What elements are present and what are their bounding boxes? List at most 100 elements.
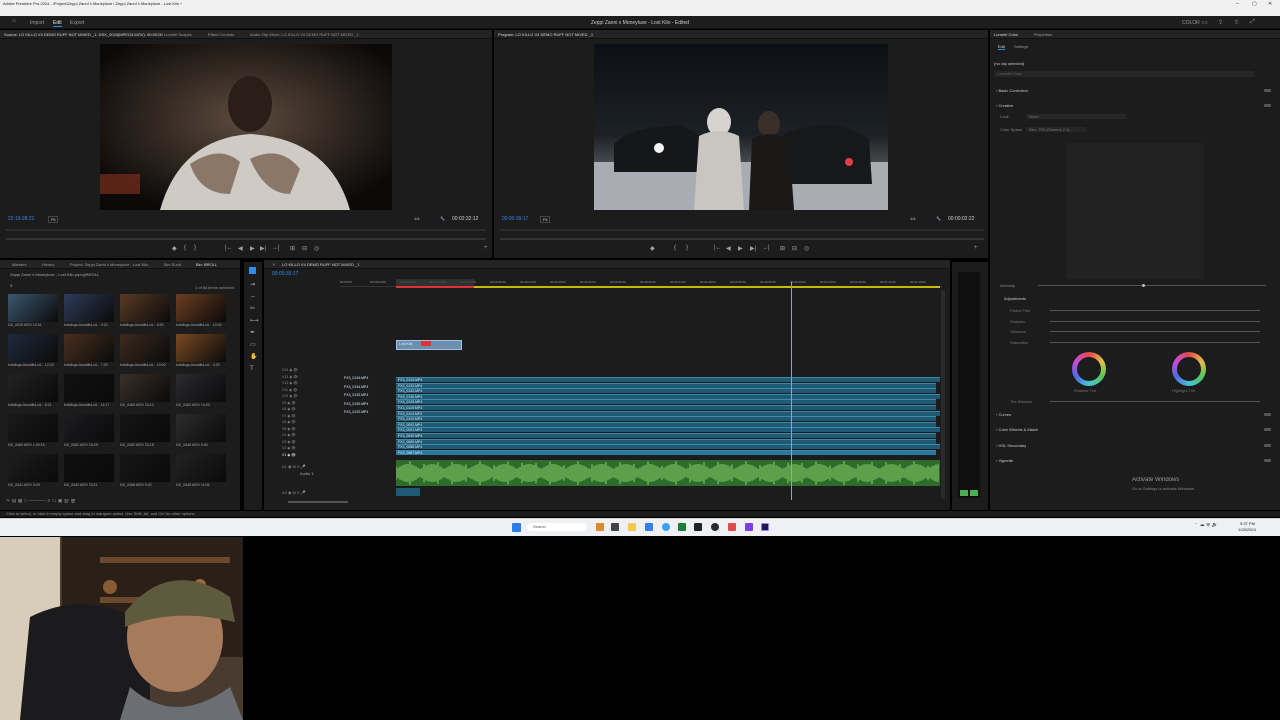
adjustment-slider[interactable] xyxy=(1050,310,1260,311)
bin-item-thumbnail[interactable] xyxy=(176,294,226,322)
left-clip-label[interactable]: FX3_0133.MP4 xyxy=(344,393,368,397)
search-icon[interactable]: ⌕ xyxy=(10,284,13,289)
video-clip[interactable]: FX3_0130.MP4 xyxy=(396,393,940,399)
highlight-tint-wheel[interactable] xyxy=(1172,352,1206,386)
minimize-button[interactable]: – xyxy=(1236,1,1239,7)
edge-icon[interactable] xyxy=(645,523,653,531)
tab-lumetri-scopes[interactable]: Lumetri Scopes xyxy=(164,32,192,37)
lumetri-section-header[interactable]: › Color Wheels & Match xyxy=(996,427,1038,432)
lumetri-section-header[interactable]: › Basic Correction xyxy=(996,88,1028,93)
bin-item-thumbnail[interactable] xyxy=(8,294,58,322)
section-toggle[interactable] xyxy=(1264,413,1271,416)
bin-item-thumbnail[interactable] xyxy=(64,414,114,442)
intensity-knob[interactable] xyxy=(1142,284,1145,287)
video-track-header[interactable]: V9 ◉ 👁 xyxy=(282,401,296,406)
chrome-icon[interactable] xyxy=(662,523,670,531)
extract-icon[interactable]: ⊟ xyxy=(792,245,797,252)
selection-tool-icon[interactable] xyxy=(249,267,256,274)
tab-markers[interactable]: Markers xyxy=(12,262,26,267)
video-track-header[interactable]: V13 ◉ 👁 xyxy=(282,375,298,380)
wrench-icon[interactable]: 🔧 xyxy=(440,216,445,221)
bin-item-thumbnail[interactable] xyxy=(64,334,114,362)
program-timecode[interactable]: 00:00:39:17 xyxy=(502,216,528,222)
app-icon[interactable] xyxy=(694,523,702,531)
bin-item-thumbnail[interactable] xyxy=(8,454,58,482)
tab-lumetri-color[interactable]: Lumetri Color xyxy=(994,32,1018,37)
program-resolution-select[interactable]: 1/4 xyxy=(910,216,916,221)
video-track-header[interactable]: V7 ◉ 👁 xyxy=(282,414,296,419)
lumetri-subtab-edit[interactable]: Edit xyxy=(998,44,1005,50)
maximize-button[interactable]: ▢ xyxy=(1252,1,1257,7)
section-toggle[interactable] xyxy=(1264,459,1271,462)
source-scrubber[interactable] xyxy=(6,229,486,231)
overwrite-icon[interactable]: ⊟ xyxy=(302,245,307,252)
video-track-header[interactable]: V3 ◉ 👁 xyxy=(282,440,296,445)
program-video-frame[interactable] xyxy=(594,44,888,210)
audio-clip-a2[interactable] xyxy=(396,488,420,496)
program-button-editor-icon[interactable]: + xyxy=(974,245,978,251)
workspace-color-label[interactable]: COLOR xyxy=(1182,20,1200,26)
video-track-header[interactable]: V6 ◉ 👁 xyxy=(282,420,296,425)
bin-item-thumbnail[interactable] xyxy=(8,334,58,362)
steam-icon[interactable] xyxy=(711,523,719,531)
widgets-icon[interactable] xyxy=(596,523,604,531)
video-track-header[interactable]: V10 ◉ 👁 xyxy=(282,394,298,399)
go-to-in-icon[interactable]: |← xyxy=(225,245,233,251)
timeline-vertical-scrollbar[interactable] xyxy=(941,290,945,498)
section-toggle[interactable] xyxy=(1264,428,1271,431)
store-icon[interactable] xyxy=(678,523,686,531)
video-clip[interactable]: FX3_0133.MP4 xyxy=(396,382,936,388)
tab-sequence[interactable]: LO KILLO V4 DEMO RUFF NOT MIXED _1 xyxy=(282,262,402,267)
app3-icon[interactable] xyxy=(745,523,753,531)
export-frame-icon[interactable]: ◎ xyxy=(314,245,319,252)
source-timecode[interactable]: 22:19:28:21 xyxy=(8,216,34,222)
bin-item-thumbnail[interactable] xyxy=(120,334,170,362)
video-clip[interactable]: FX3_0113.MP4 xyxy=(396,410,940,416)
lumetri-subtab-settings[interactable]: Settings xyxy=(1014,44,1028,49)
tab-effect-controls[interactable]: Effect Controls xyxy=(208,32,234,37)
close-sequence-icon[interactable]: ✕ xyxy=(272,262,275,267)
video-track-header[interactable]: V12 ◉ 👁 xyxy=(282,381,298,386)
go-to-out-icon[interactable]: →| xyxy=(272,245,280,251)
add-marker-icon[interactable]: ◆ xyxy=(172,245,177,252)
quick-export-icon[interactable]: ⇪ xyxy=(1218,19,1223,26)
tab-audio-clip-mixer[interactable]: Audio Clip Mixer: LO KILLO V4 DEMO RUFF … xyxy=(250,32,370,37)
video-clip[interactable]: FX3_0134.MP4 xyxy=(396,377,940,382)
program-zoom-bar[interactable] xyxy=(500,238,984,240)
video-clip[interactable]: FX3_0110.MP4 xyxy=(396,416,936,422)
adjustment-slider[interactable] xyxy=(1050,341,1260,343)
task-view-icon[interactable] xyxy=(611,523,619,531)
playhead[interactable] xyxy=(791,282,792,500)
left-clip-label[interactable]: FX3_0134.MP4 xyxy=(344,376,368,380)
bin-item-thumbnail[interactable] xyxy=(120,414,170,442)
bin-item-thumbnail[interactable] xyxy=(120,454,170,482)
video-clip[interactable]: FX3_0132.MP4 xyxy=(396,388,936,394)
video-track-header[interactable]: V11 ◉ 👁 xyxy=(282,388,297,393)
program-scrubber[interactable] xyxy=(500,229,984,231)
adjustments-header[interactable]: Adjustments xyxy=(1004,296,1026,301)
color-space-select[interactable]: Rec. 709 (Gamma 2.4) xyxy=(1026,127,1086,132)
video-clip[interactable]: FX3_0088.MP4 xyxy=(396,444,940,450)
audio-track-header[interactable]: A1 ◉ M S 🎤 xyxy=(282,464,306,469)
adjustment-slider[interactable] xyxy=(1050,331,1260,332)
bin-item-thumbnail[interactable] xyxy=(64,374,114,402)
step-back-icon[interactable]: ◀ xyxy=(238,245,243,252)
video-clip[interactable]: FX3_0119.MP4 xyxy=(396,405,936,410)
video-track-header[interactable]: V5 ◉ 👁 xyxy=(282,427,296,432)
source-zoom-bar[interactable] xyxy=(6,238,486,240)
mark-in-icon[interactable]: { xyxy=(184,245,186,251)
video-clip[interactable]: FX3_0129.MP4 xyxy=(396,399,936,405)
start-icon[interactable] xyxy=(512,523,521,532)
video-clip[interactable]: FX3_0087.MP4 xyxy=(396,449,936,455)
source-fit-select[interactable]: Fit xyxy=(48,216,59,223)
tray-icons[interactable]: ⌃ ☁ ⊕ 🔊 xyxy=(1194,523,1218,528)
tool-icons[interactable]: ⇥ ⇔ ✂ ⟷ ✒ ▭ ✋ T xyxy=(250,279,259,375)
graphic-clip[interactable]: Lost Kilo xyxy=(396,340,462,350)
play-icon[interactable]: ▶ xyxy=(250,245,255,252)
section-toggle[interactable] xyxy=(1264,89,1271,92)
workspace-tab-import[interactable]: Import xyxy=(30,20,44,26)
bin-item-thumbnail[interactable] xyxy=(8,374,58,402)
home-icon[interactable]: ⌂ xyxy=(12,18,16,24)
video-track-header[interactable]: V8 ◉ 👁 xyxy=(282,407,296,412)
program-mark-out-icon[interactable]: } xyxy=(686,245,688,251)
